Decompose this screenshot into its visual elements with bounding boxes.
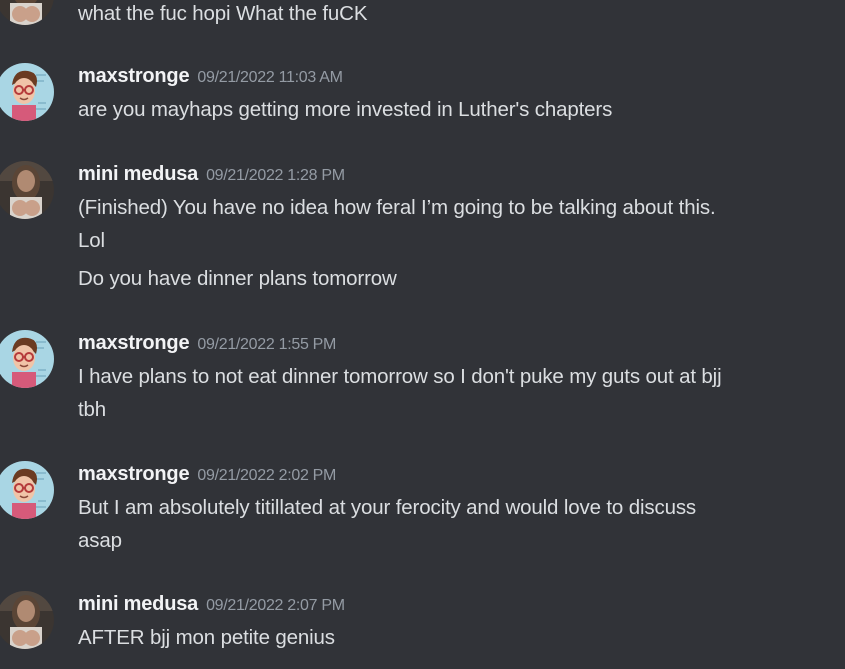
message-header: maxstronge 09/21/2022 1:55 PM (78, 332, 336, 356)
cartoon-man-avatar-icon[interactable] (0, 330, 54, 388)
timestamp: 09/21/2022 1:55 PM (197, 336, 337, 353)
cartoon-man-avatar-icon[interactable] (0, 63, 54, 121)
message-text: But I am absolutely titillated at your f… (78, 496, 697, 519)
username[interactable]: mini medusa (78, 593, 198, 615)
message-text: what the fuc hopi What the fuCK (78, 2, 368, 25)
cartoon-man-avatar-icon[interactable] (0, 461, 54, 519)
username[interactable]: maxstronge (78, 463, 190, 485)
message-text: are you mayhaps getting more invested in… (78, 98, 613, 121)
woman-avatar-icon[interactable] (0, 0, 54, 25)
message-text: tbh (78, 398, 107, 421)
username[interactable]: mini medusa (78, 163, 198, 185)
woman-avatar-icon[interactable] (0, 161, 54, 219)
message-header: mini medusa 09/21/2022 2:07 PM (78, 593, 345, 617)
message-text: I have plans to not eat dinner tomorrow … (78, 365, 722, 388)
username[interactable]: maxstronge (78, 332, 190, 354)
timestamp: 09/21/2022 11:03 AM (197, 69, 343, 86)
woman-avatar-icon[interactable] (0, 591, 54, 649)
timestamp: 09/21/2022 2:02 PM (197, 467, 337, 484)
timestamp: 09/21/2022 2:07 PM (206, 597, 345, 614)
username[interactable]: maxstronge (78, 65, 190, 87)
message-text: AFTER bjj mon petite genius (78, 626, 335, 649)
message-text: Do you have dinner plans tomorrow (78, 267, 397, 290)
timestamp: 09/21/2022 1:28 PM (206, 167, 345, 184)
message-text: (Finished) You have no idea how feral I’… (78, 196, 716, 219)
message-text: asap (78, 529, 122, 552)
message-header: mini medusa 09/21/2022 1:28 PM (78, 163, 345, 187)
message-header: maxstronge 09/21/2022 11:03 AM (78, 65, 343, 89)
message-text: Lol (78, 229, 105, 252)
message-header: maxstronge 09/21/2022 2:02 PM (78, 463, 336, 487)
